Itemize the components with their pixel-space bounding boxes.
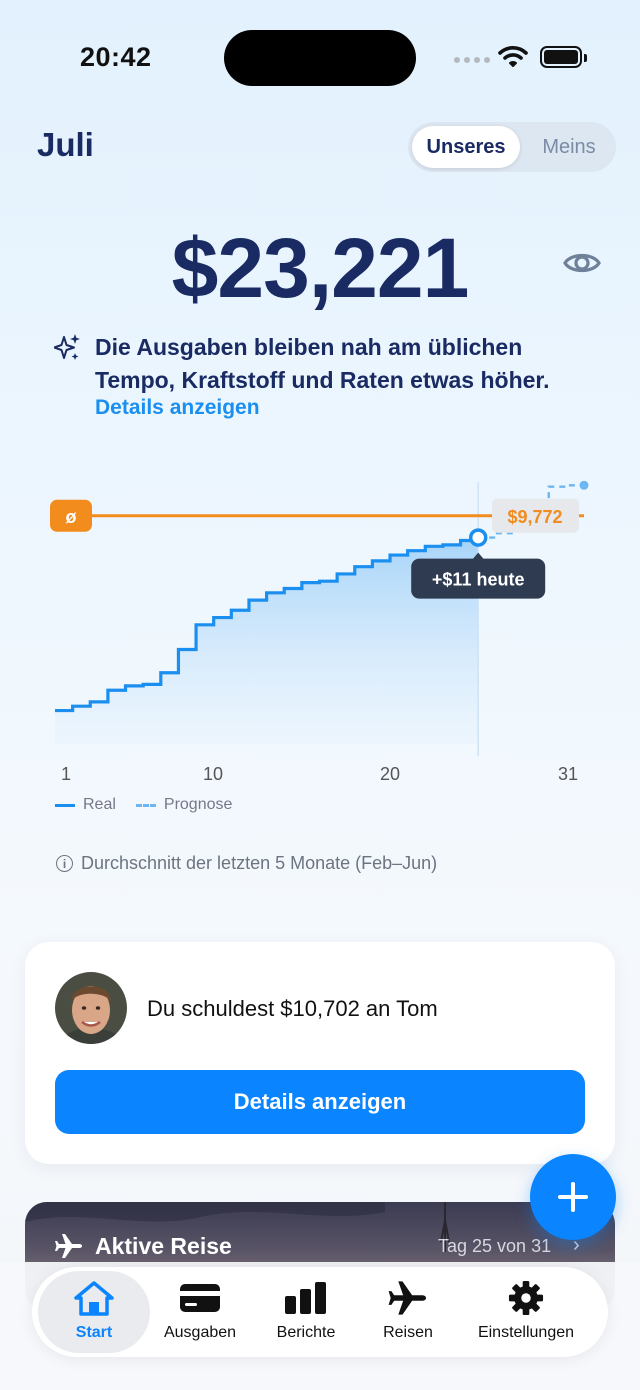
tab-label: Berichte <box>276 1324 336 1341</box>
insight-details-link[interactable]: Details anzeigen <box>95 396 260 420</box>
trip-progress: Tag 25 von 31 <box>438 1236 552 1256</box>
x-tick-label: 31 <box>558 764 579 784</box>
tab-label: Einstellungen <box>477 1324 575 1341</box>
tab-label: Ausgaben <box>163 1324 237 1341</box>
tab-ausgaben[interactable]: Ausgaben <box>160 1280 240 1342</box>
average-value-label: $9,772 <box>507 507 562 527</box>
chart-legend: Real Prognose <box>55 796 232 814</box>
x-tick-label: 10 <box>203 764 224 784</box>
toggle-unseres[interactable]: Unseres <box>412 126 520 168</box>
average-note-text: Durchschnitt der letzten 5 Monate (Feb–J… <box>81 853 438 873</box>
status-time: 20:42 <box>80 42 152 72</box>
avatar <box>55 972 127 1044</box>
eye-icon[interactable] <box>563 248 601 278</box>
add-expense-button[interactable] <box>530 1154 616 1240</box>
x-tick-label: 1 <box>61 764 72 784</box>
scope-toggle[interactable]: Unseres Meins <box>408 122 616 172</box>
debt-details-button[interactable]: Details anzeigen <box>55 1070 585 1134</box>
tab-label: Start <box>75 1324 113 1341</box>
trip-title: Aktive Reise <box>95 1233 232 1259</box>
airplane-icon <box>388 1281 426 1315</box>
home-icon <box>74 1281 114 1316</box>
dynamic-island <box>224 30 416 86</box>
toggle-meins[interactable]: Meins <box>524 126 614 168</box>
gear-icon <box>508 1280 544 1316</box>
legend-forecast-swatch <box>135 803 156 807</box>
sparkle-icon <box>54 334 80 360</box>
average-note: i Durchschnitt der letzten 5 Monate (Feb… <box>56 853 437 874</box>
spending-chart: ø $9,772 +$11 heute <box>50 480 589 756</box>
airplane-icon <box>55 1234 82 1258</box>
legend-real-label: Real <box>83 796 116 813</box>
legend-real-swatch <box>55 803 75 807</box>
tab-einstellungen[interactable]: Einstellungen <box>474 1280 578 1342</box>
debt-text: Du schuldest $10,702 an Tom <box>147 996 438 1021</box>
wifi-icon <box>498 46 528 67</box>
average-marker-symbol: ø <box>66 507 77 527</box>
tab-berichte[interactable]: Berichte <box>266 1280 346 1342</box>
battery-icon <box>540 46 587 68</box>
legend-forecast-label: Prognose <box>163 796 233 813</box>
spending-insight: Die Ausgaben bleiben nah am üblichen Tem… <box>95 334 550 393</box>
total-amount: $23,221 <box>171 221 470 315</box>
page-title: Juli <box>37 126 94 163</box>
forecast-end-point <box>579 480 589 490</box>
today-tooltip-text: +$11 heute <box>432 570 525 590</box>
bar-chart-icon <box>285 1282 326 1314</box>
today-point <box>468 528 488 547</box>
card-icon <box>180 1284 220 1312</box>
tab-start[interactable]: Start <box>64 1280 124 1342</box>
tab-reisen[interactable]: Reisen <box>370 1280 446 1342</box>
signal-dots-icon <box>454 57 490 63</box>
tab-label: Reisen <box>383 1324 433 1341</box>
plus-icon <box>558 1182 588 1212</box>
x-tick-label: 20 <box>380 764 401 784</box>
info-icon: i <box>56 855 73 872</box>
